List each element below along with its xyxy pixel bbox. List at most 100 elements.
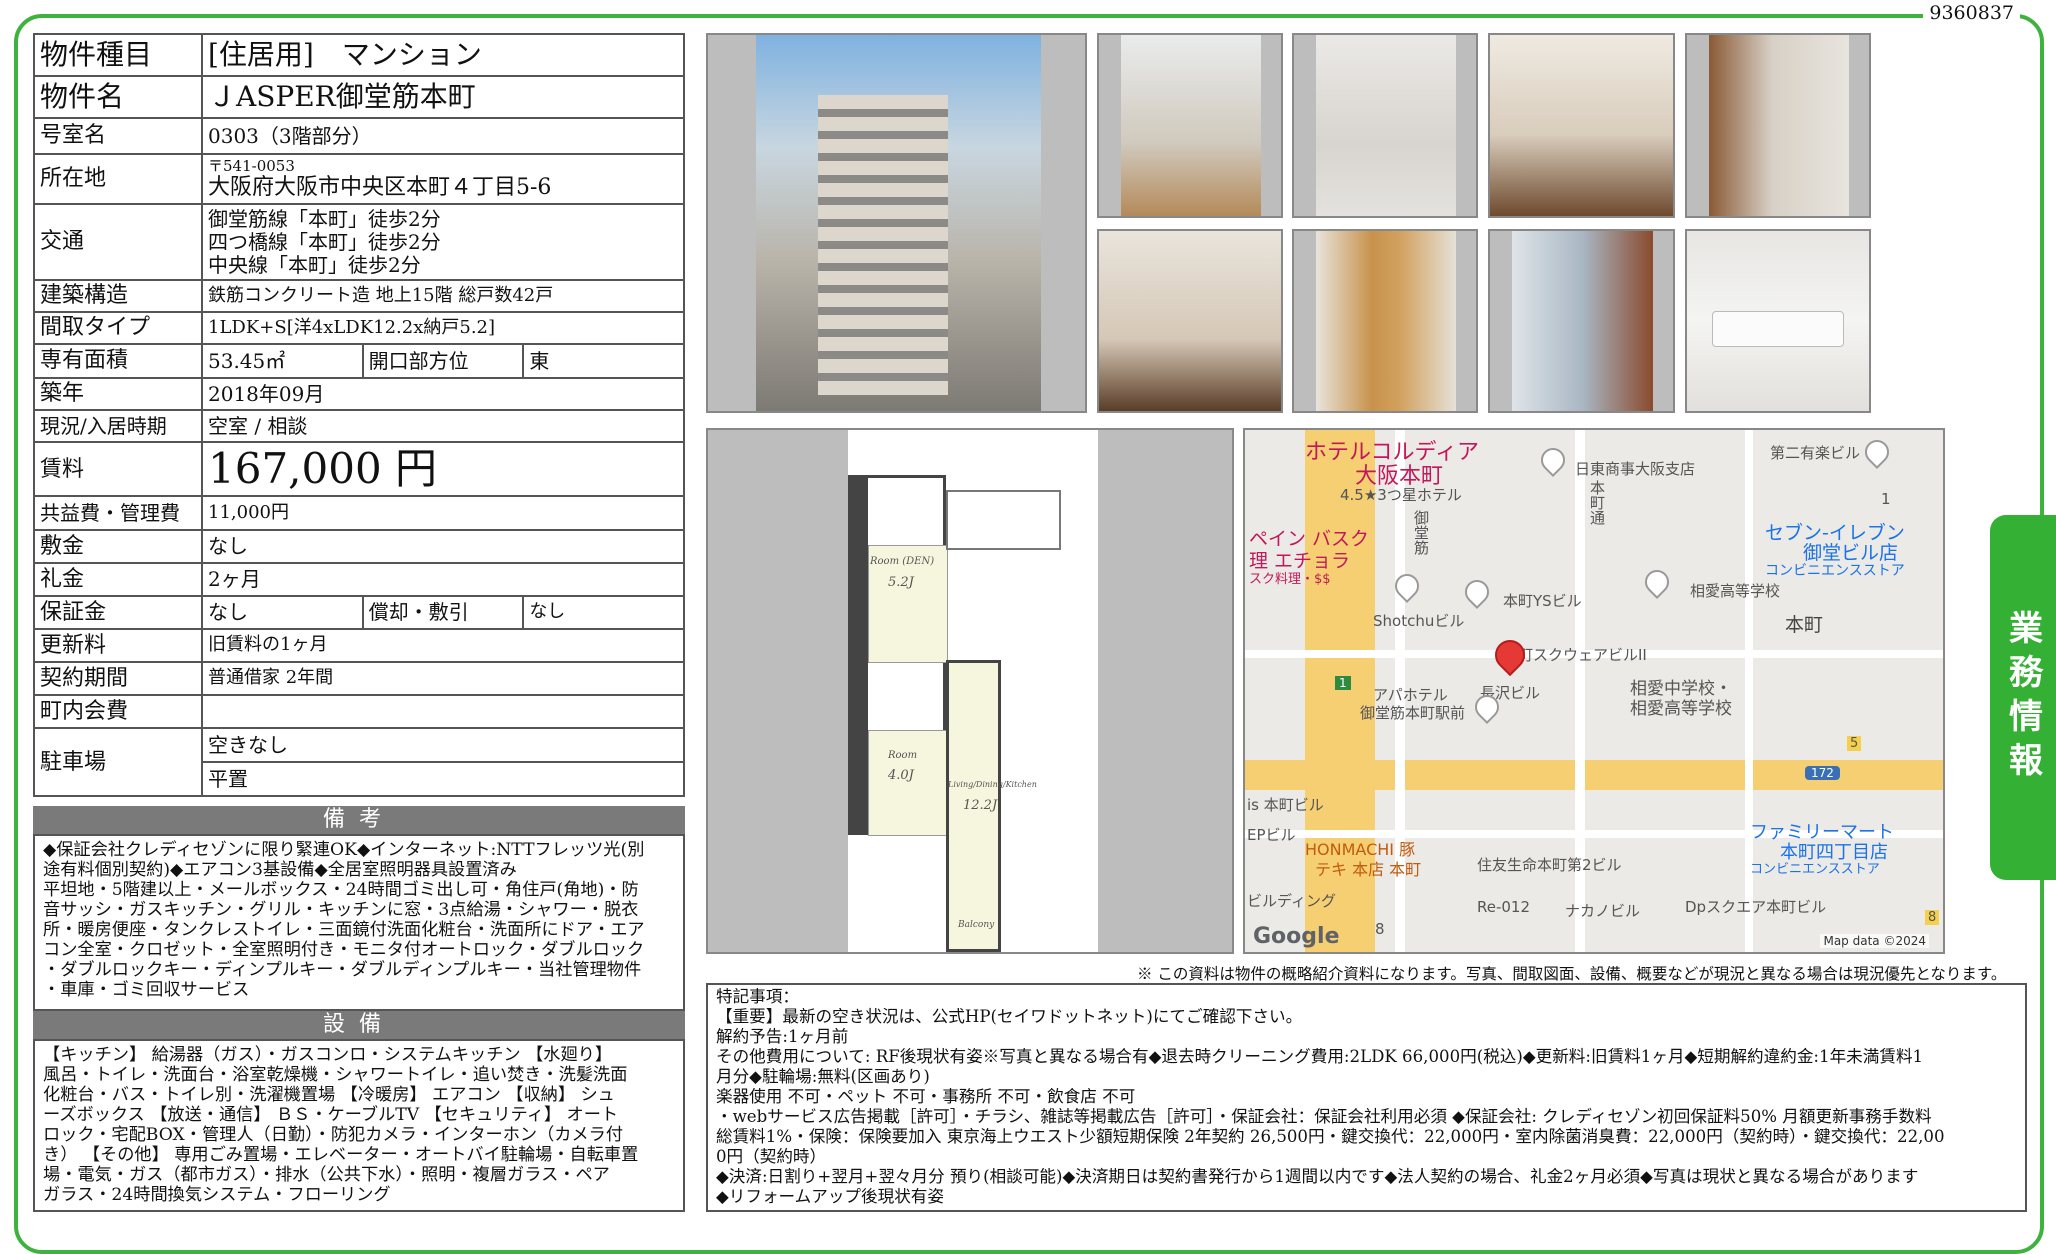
map-nittou: 日東商事大阪支店 bbox=[1575, 460, 1696, 478]
remarks-line: 所・暖房便座・タンクレストイレ・三面鏡付洗面化粧台・洗面所にドア・エア bbox=[43, 920, 645, 940]
document-id: 9360837 bbox=[1923, 2, 2020, 24]
map-route-1: 1 bbox=[1335, 676, 1351, 690]
remarks-line: ・車庫・ゴミ回収サービス bbox=[43, 980, 250, 1000]
map-route-172: 172 bbox=[1805, 766, 1840, 780]
parking-value-availability: 空きなし bbox=[201, 727, 685, 764]
disclaimer-note: ※ この資料は物件の概略紹介資料になります。写真、間取図面、設備、概要などが現況… bbox=[1137, 965, 2007, 983]
kitchen-photo[interactable] bbox=[1292, 33, 1478, 218]
remarks-line: ・ダブルロックキー・ディンプルキー・ダブルディンプルキー・当社管理物件 bbox=[43, 960, 642, 980]
status-value: 空室 / 相談 bbox=[201, 409, 685, 443]
bedroom-photo[interactable] bbox=[1097, 229, 1283, 413]
business-info-tab[interactable]: 業務情報 bbox=[1990, 515, 2056, 880]
map-dp: Dpスクエア本町ビル bbox=[1685, 898, 1827, 916]
floorplan[interactable]: Room (DEN) 5.2J Room 4.0J Living/Dining/… bbox=[706, 428, 1234, 954]
balcony-photo[interactable] bbox=[1488, 229, 1675, 413]
washroom-photo[interactable] bbox=[1097, 33, 1283, 218]
map-daini: 第二有楽ビル bbox=[1770, 444, 1861, 462]
map-place-pin-icon[interactable] bbox=[1860, 435, 1894, 469]
area-value: 53.45㎡ bbox=[201, 343, 364, 379]
community-value bbox=[201, 694, 685, 730]
equipment-line: き） 【その他】 専用ごみ置場・エレベーター・オートバイ駐輪場・自転車置 bbox=[43, 1145, 639, 1165]
equipment-line: 【キッチン】 給湯器（ガス）・ガスコンロ・システムキッチン 【水廻り】 bbox=[43, 1045, 613, 1065]
room-size: 4.0J bbox=[888, 768, 914, 783]
location-map[interactable]: ホテルコルディア 大阪本町 4.5★3つ星ホテル 日東商事大阪支店 第二有楽ビル… bbox=[1243, 428, 1945, 954]
map-nakano: ナカノビル bbox=[1565, 902, 1641, 920]
map-re012: Re-012 bbox=[1477, 898, 1531, 916]
equipment-line: 風呂・トイレ・洗面台・浴室乾燥機・シャワートイレ・追い焚き・洗髪洗面 bbox=[43, 1065, 628, 1085]
parking-label: 駐車場 bbox=[33, 727, 203, 798]
built-value: 2018年09月 bbox=[201, 377, 685, 411]
special-remarks-line: 0円（契約時） bbox=[716, 1147, 827, 1166]
type-label: 物件種目 bbox=[33, 33, 203, 77]
fee-label: 共益費・管理費 bbox=[33, 495, 203, 532]
building-exterior-photo[interactable] bbox=[706, 33, 1087, 413]
special-remarks-line: 特記事項： bbox=[716, 987, 799, 1006]
rent-label: 賃料 bbox=[33, 440, 203, 498]
area-label: 専有面積 bbox=[33, 343, 203, 379]
special-remarks-line: ・webサービス広告掲載［許可］・チラシ、雑誌等掲載広告［許可］・保証会社：保証… bbox=[716, 1107, 1932, 1126]
map-place-pin-icon[interactable] bbox=[1640, 565, 1674, 599]
map-is-bldg: is 本町ビル bbox=[1247, 796, 1324, 814]
postal-code: 〒541-0053 bbox=[208, 156, 295, 175]
transit-line: 四つ橋線「本町」徒歩2分 bbox=[208, 229, 441, 254]
map-seven-3: コンビニエンスストア bbox=[1765, 563, 1905, 579]
transit-line: 中央線「本町」徒歩2分 bbox=[208, 252, 421, 277]
special-remarks-line: 楽器使用 不可・ペット 不可・事務所 不可・飲食店 不可 bbox=[716, 1087, 1136, 1106]
fee-value: 11,000円 bbox=[201, 495, 685, 532]
map-place-pin-icon[interactable] bbox=[1536, 443, 1570, 477]
map-apa-2: 御堂筋本町駅前 bbox=[1360, 704, 1466, 722]
map-num-1: 1 bbox=[1881, 490, 1891, 508]
equipment-line: 場・電気・ガス（都市ガス）・排水（公共下水）・照明・複層ガラス・ペア bbox=[43, 1165, 610, 1185]
community-label: 町内会費 bbox=[33, 694, 203, 730]
map-attribution: Map data ©2024 bbox=[1820, 934, 1929, 948]
room-value: 0303（3階部分） bbox=[201, 117, 685, 155]
map-num-5: 5 bbox=[1847, 736, 1862, 751]
property-location-pin-icon[interactable] bbox=[1488, 633, 1532, 677]
contract-value: 普通借家 2年間 bbox=[201, 661, 685, 697]
entrance-photo[interactable] bbox=[1292, 229, 1478, 413]
property-info-table: 物件種目 [住居用] マンション 物件名 ＪASPER御堂筋本町 号室名 030… bbox=[33, 33, 685, 798]
deposit-value: なし bbox=[201, 529, 685, 565]
ldk-label: Living/Dining/Kitchen bbox=[948, 780, 1037, 789]
transit-label: 交通 bbox=[33, 203, 203, 281]
map-honmachi: 本町 bbox=[1785, 614, 1824, 636]
special-remarks-line: 【重要】最新の空き状況は、公式HP(セイワドットネット)にてご確認下さい。 bbox=[716, 1007, 1303, 1026]
key-money-label: 礼金 bbox=[33, 562, 203, 598]
map-honmachi-ys: 本町YSビル bbox=[1503, 592, 1582, 610]
status-label: 現況/入居時期 bbox=[33, 409, 203, 443]
address-cell: 〒541-0053 大阪府大阪市中央区本町４丁目5-6 bbox=[201, 153, 685, 205]
key-money-value: 2ヶ月 bbox=[201, 562, 685, 598]
special-remarks-line: その他費用について: RF後現状有姿※写真と異なる場合有◆退去時クリーニング費用… bbox=[716, 1047, 1924, 1066]
guarantee-value: なし bbox=[201, 595, 364, 631]
room-label: Room bbox=[888, 750, 918, 761]
map-place-pin-icon[interactable] bbox=[1460, 575, 1494, 609]
special-remarks-line: 総賃料1%・保険：保険要加入 東京海上ウエスト少額短期保険 2年契約 26,50… bbox=[716, 1127, 1945, 1146]
living-room-photo[interactable] bbox=[1488, 33, 1675, 218]
bathroom-photo[interactable] bbox=[1685, 33, 1871, 218]
business-info-tab-label: 業務情報 bbox=[2002, 609, 2043, 786]
rent-value: 167,000 円 bbox=[201, 440, 685, 498]
room-den-label: Room (DEN) bbox=[870, 556, 935, 567]
transit-cell: 御堂筋線「本町」徒歩2分 四つ橋線「本町」徒歩2分 中央線「本町」徒歩2分 bbox=[201, 203, 685, 281]
remarks-line: 途有料個別契約)◆エアコン3基設備◆全居室照明器具設置済み bbox=[43, 860, 517, 880]
google-logo: Google bbox=[1253, 924, 1340, 949]
map-ep-bldg: EPビル bbox=[1247, 826, 1296, 844]
map-aikou-school-2: 相愛高等学校 bbox=[1630, 699, 1732, 719]
map-num-8b: 8 bbox=[1925, 910, 1940, 925]
remarks-line: 平坦地・5階建以上・メールボックス・24時間ゴミ出し可・角住戸(角地)・防 bbox=[43, 880, 639, 900]
floorplan-drawing: Room (DEN) 5.2J Room 4.0J Living/Dining/… bbox=[848, 430, 1098, 952]
layout-label: 間取タイプ bbox=[33, 311, 203, 345]
remarks-line: ◆保証会社クレディセゾンに限り緊連OK◆インターネット:NTTフレッツ光(別 bbox=[43, 840, 645, 860]
remarks-body: ◆保証会社クレディセゾンに限り緊連OK◆インターネット:NTTフレッツ光(別 途… bbox=[33, 834, 685, 1011]
equipment-line: ガラス・24時間換気システム・フローリング bbox=[43, 1185, 391, 1205]
map-hotel-rating: 4.5★3つ星ホテル bbox=[1340, 486, 1462, 504]
room-den-size: 5.2J bbox=[888, 575, 914, 590]
transit-line: 御堂筋線「本町」徒歩2分 bbox=[208, 206, 441, 231]
equipment-line: ロック・宅配BOX・管理人（日勤）・防犯カメラ・インターホン（カメラ付 bbox=[43, 1125, 624, 1145]
amort-value: なし bbox=[522, 595, 685, 631]
equipment-heading: 設備 bbox=[33, 1011, 685, 1039]
special-remarks-line: ◆決済:日割り+翌月+翌々月分 預り(相談可能)◆決済期日は契約書発行から1週間… bbox=[716, 1167, 1919, 1186]
map-spain-3: スク料理・$$ bbox=[1249, 572, 1331, 587]
air-conditioner-photo[interactable] bbox=[1685, 229, 1871, 413]
structure-label: 建築構造 bbox=[33, 279, 203, 313]
